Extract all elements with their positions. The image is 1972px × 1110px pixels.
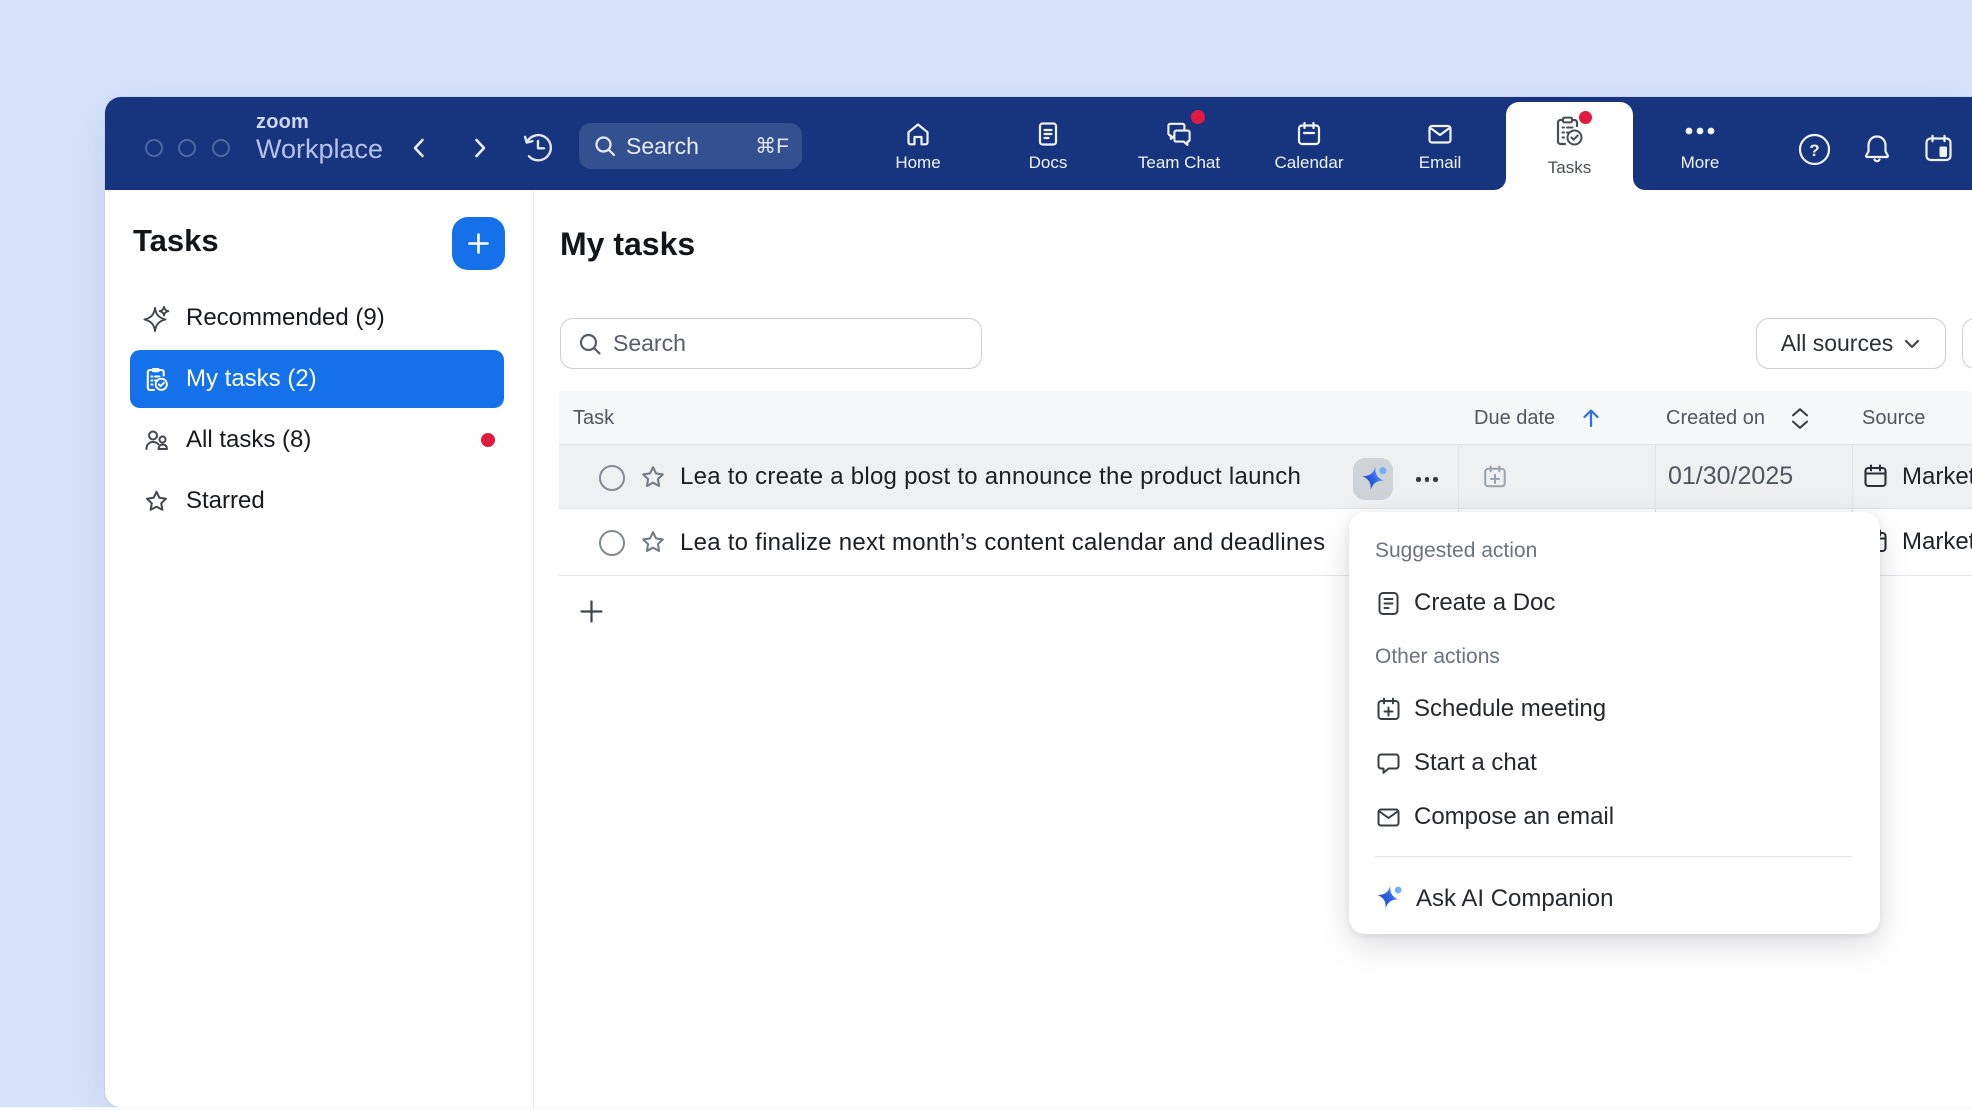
svg-text:?: ? xyxy=(1809,141,1819,160)
